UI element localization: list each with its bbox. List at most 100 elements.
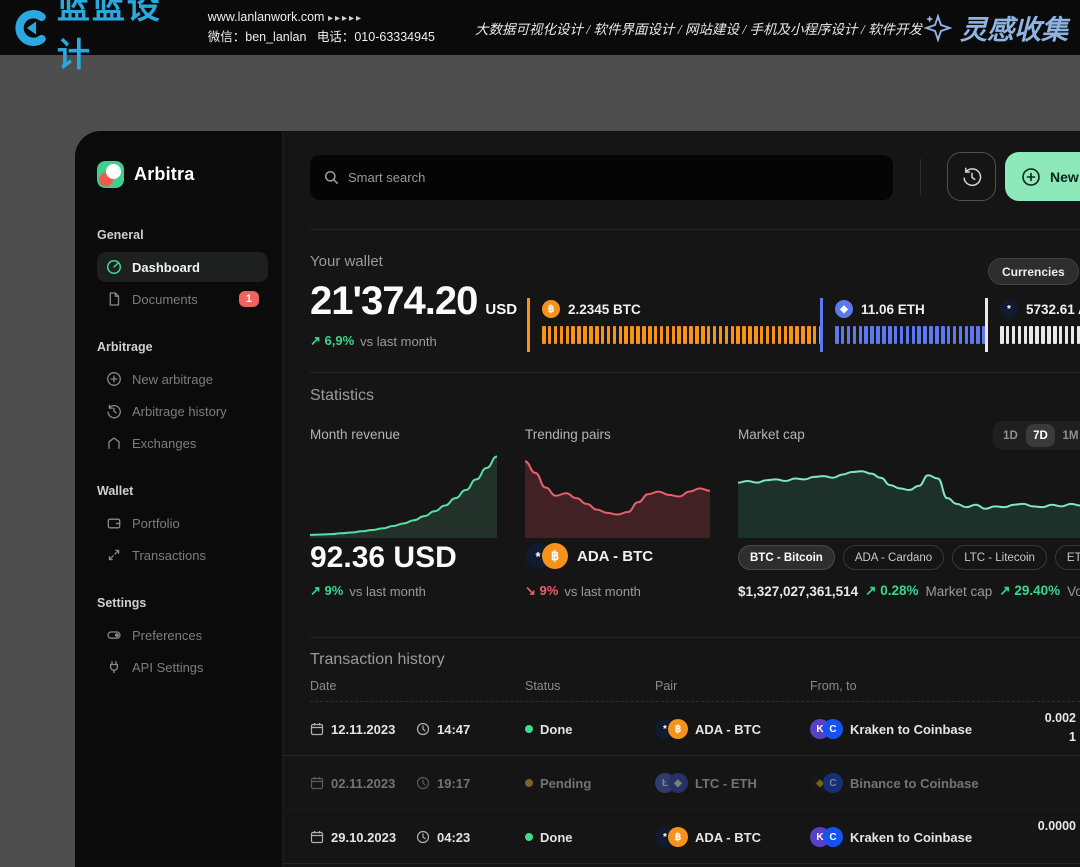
- divider: [310, 229, 1080, 230]
- table-row[interactable]: 12.11.2023 14:47 Done *฿ ADA - BTC KC Kr…: [283, 702, 1080, 756]
- month-revenue-value: 92.36 USD: [310, 541, 457, 575]
- banner-contact: www.lanlanwork.com ▸▸▸▸▸ 微信：ben_lanlan 电…: [208, 8, 435, 47]
- sidebar-section-general: General Dashboard Documents 1: [97, 228, 268, 314]
- clock-icon: [416, 722, 430, 736]
- tab-ltc[interactable]: LTC - Litecoin: [952, 545, 1047, 570]
- section-label: Settings: [97, 596, 268, 610]
- coinbase-icon: C: [823, 719, 843, 739]
- balance-currency: USD: [485, 301, 517, 318]
- holding-ada: * 5732.61 ADA: [985, 298, 1080, 352]
- search-input[interactable]: [348, 170, 879, 185]
- transaction-history-title: Transaction history: [310, 651, 445, 669]
- section-label: General: [97, 228, 268, 242]
- dashboard-icon: [106, 259, 122, 275]
- table-row[interactable]: 29.10.2023 04:23 Done *฿ ADA - BTC KC Kr…: [283, 810, 1080, 864]
- table-row[interactable]: 02.11.2023 19:17 Pending Ł◆ LTC - ETH ◆C…: [283, 756, 1080, 810]
- wallet-balance: 21'374.20 USD: [310, 279, 517, 324]
- btc-icon: ฿: [668, 827, 688, 847]
- section-label: Wallet: [97, 484, 268, 498]
- exchange-building-icon: [106, 435, 122, 451]
- trending-pair: * ฿ ADA - BTC: [525, 543, 653, 569]
- sidebar-item-documents[interactable]: Documents 1: [97, 284, 268, 314]
- item-label: Dashboard: [132, 260, 200, 275]
- trending-pairs-chart: [525, 452, 710, 538]
- eth-amount: 11.06 ETH: [861, 302, 925, 317]
- transaction-table: 12.11.2023 14:47 Done *฿ ADA - BTC KC Kr…: [283, 702, 1080, 864]
- tx-route: Kraken to Coinbase: [850, 830, 972, 845]
- sidebar-item-arbitrage-history[interactable]: Arbitrage history: [97, 396, 268, 426]
- item-label: New arbitrage: [132, 372, 213, 387]
- wallet-change: ↗ 6,9% vs last month: [310, 333, 437, 349]
- sidebar-item-new-arbitrage[interactable]: New arbitrage: [97, 364, 268, 394]
- banner-wechat: 微信：ben_lanlan: [208, 30, 307, 44]
- banner-website: www.lanlanwork.com: [208, 10, 325, 24]
- status-badge: Done: [540, 722, 573, 737]
- wallet-icon: [106, 515, 122, 531]
- history-button[interactable]: [947, 152, 996, 201]
- promo-banner: 蓝蓝设计 www.lanlanwork.com ▸▸▸▸▸ 微信：ben_lan…: [0, 0, 1080, 55]
- calendar-icon: [310, 776, 324, 790]
- tx-amounts: 0.0021: [1045, 709, 1076, 747]
- item-label: Portfolio: [132, 516, 180, 531]
- tx-pair: ADA - BTC: [695, 830, 761, 845]
- sidebar-item-transactions[interactable]: Transactions: [97, 540, 268, 570]
- range-selector: 1D 7D 1M: [993, 421, 1080, 450]
- col-from-to: From, to: [810, 679, 857, 693]
- search-bar[interactable]: [310, 155, 893, 200]
- sidebar-item-portfolio[interactable]: Portfolio: [97, 508, 268, 538]
- ada-bars: [1000, 326, 1080, 344]
- status-dot: [525, 725, 533, 733]
- month-revenue-chart: [310, 452, 497, 538]
- tab-eth[interactable]: ETH - Ethereum: [1055, 545, 1080, 570]
- item-label: Arbitrage history: [132, 404, 227, 419]
- tab-btc[interactable]: BTC - Bitcoin: [738, 545, 835, 570]
- item-label: Documents: [132, 292, 198, 307]
- tab-ada[interactable]: ADA - Cardano: [843, 545, 944, 570]
- status-dot: [525, 833, 533, 841]
- currencies-pill[interactable]: Currencies: [988, 258, 1079, 285]
- btc-icon: ฿: [542, 300, 560, 318]
- status-badge: Pending: [540, 776, 591, 791]
- clock-restore-icon: [961, 166, 983, 188]
- sidebar: Arbitra General Dashboard Documents 1: [75, 131, 283, 867]
- tx-date: 02.11.2023: [331, 776, 395, 791]
- item-label: Exchanges: [132, 436, 196, 451]
- sidebar-item-api-settings[interactable]: API Settings: [97, 652, 268, 682]
- section-label: Arbitrage: [97, 340, 268, 354]
- market-cap-label: Market cap: [738, 427, 805, 442]
- range-1d[interactable]: 1D: [996, 424, 1025, 447]
- clock-icon: [416, 830, 430, 844]
- tx-pair: LTC - ETH: [695, 776, 757, 791]
- calendar-icon: [310, 830, 324, 844]
- btc-amount: 2.2345 BTC: [568, 302, 641, 317]
- dashboard-window: Arbitra General Dashboard Documents 1: [75, 131, 1080, 867]
- calendar-icon: [310, 722, 324, 736]
- sidebar-section-wallet: Wallet Portfolio Transactions: [97, 484, 268, 570]
- divider: [310, 372, 1080, 373]
- range-1m[interactable]: 1M: [1056, 424, 1080, 447]
- sidebar-item-exchanges[interactable]: Exchanges: [97, 428, 268, 458]
- collect-text: 灵感收集: [960, 8, 1068, 47]
- lanlan-logo-icon: [14, 8, 51, 48]
- sidebar-item-preferences[interactable]: Preferences: [97, 620, 268, 650]
- coinbase-icon: C: [823, 827, 843, 847]
- balance-value: 21'374.20: [310, 279, 477, 324]
- range-7d[interactable]: 7D: [1026, 424, 1055, 447]
- wallet-title: Your wallet: [310, 253, 383, 270]
- topbar-divider: [920, 159, 921, 195]
- holdings-bar: ฿ 2.2345 BTC ◆ 11.06 ETH * 5732.61 ADA: [527, 298, 1080, 352]
- month-revenue-change: ↗ 9% vs last month: [310, 583, 426, 599]
- new-arbitrage-button[interactable]: New arbitrage: [1005, 152, 1080, 201]
- item-label: Preferences: [132, 628, 202, 643]
- wallet-view-toggle: Currencies Exchanges: [988, 258, 1080, 285]
- item-label: API Settings: [132, 660, 204, 675]
- sidebar-section-arbitrage: Arbitrage New arbitrage Arbitrage histor…: [97, 340, 268, 458]
- sidebar-item-dashboard[interactable]: Dashboard: [97, 252, 268, 282]
- col-date: Date: [310, 679, 336, 693]
- market-cap-value: $1,327,027,361,514: [738, 584, 858, 599]
- tx-date: 12.11.2023: [331, 722, 395, 737]
- tx-route: Kraken to Coinbase: [850, 722, 972, 737]
- banner-phone: 电话：010-63334945: [317, 30, 435, 44]
- tx-route: Binance to Coinbase: [850, 776, 979, 791]
- col-status: Status: [525, 679, 560, 693]
